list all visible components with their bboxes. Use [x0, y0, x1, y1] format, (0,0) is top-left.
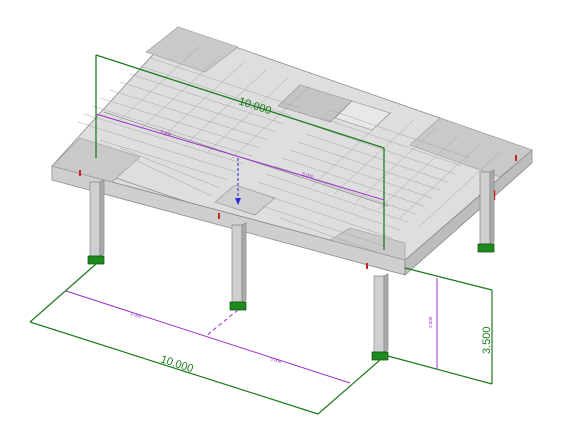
dimension-half-bottom-left-label: 5.000: [130, 311, 143, 319]
dimension-height-label: 3.500: [481, 326, 493, 354]
column-base-front-right: [371, 351, 389, 361]
dimension-height-sub-label: 3.500: [428, 316, 433, 328]
column-base-front-left: [87, 255, 105, 265]
dimension-height[interactable]: 3.500 3.500: [387, 267, 493, 385]
column-front-right[interactable]: [371, 273, 389, 361]
dimension-half-bottom-right-label: 5.000: [270, 356, 283, 364]
column-base-front-middle: [229, 301, 247, 311]
dimension-half-bottom[interactable]: 5.000 5.000: [65, 290, 351, 384]
model-viewport[interactable]: 10.000 5.000 5.000 10.000 5.000 5.000 3.…: [0, 0, 577, 441]
column-front-left[interactable]: [87, 179, 105, 265]
column-front-middle[interactable]: [229, 222, 247, 311]
dimension-span-bottom[interactable]: 10.000: [29, 263, 381, 415]
structure-3d-view[interactable]: 10.000 5.000 5.000 10.000 5.000 5.000 3.…: [0, 0, 577, 441]
column-back-right[interactable]: [477, 169, 495, 253]
column-base-back-right: [477, 243, 495, 253]
dimension-span-bottom-label: 10.000: [159, 353, 195, 375]
